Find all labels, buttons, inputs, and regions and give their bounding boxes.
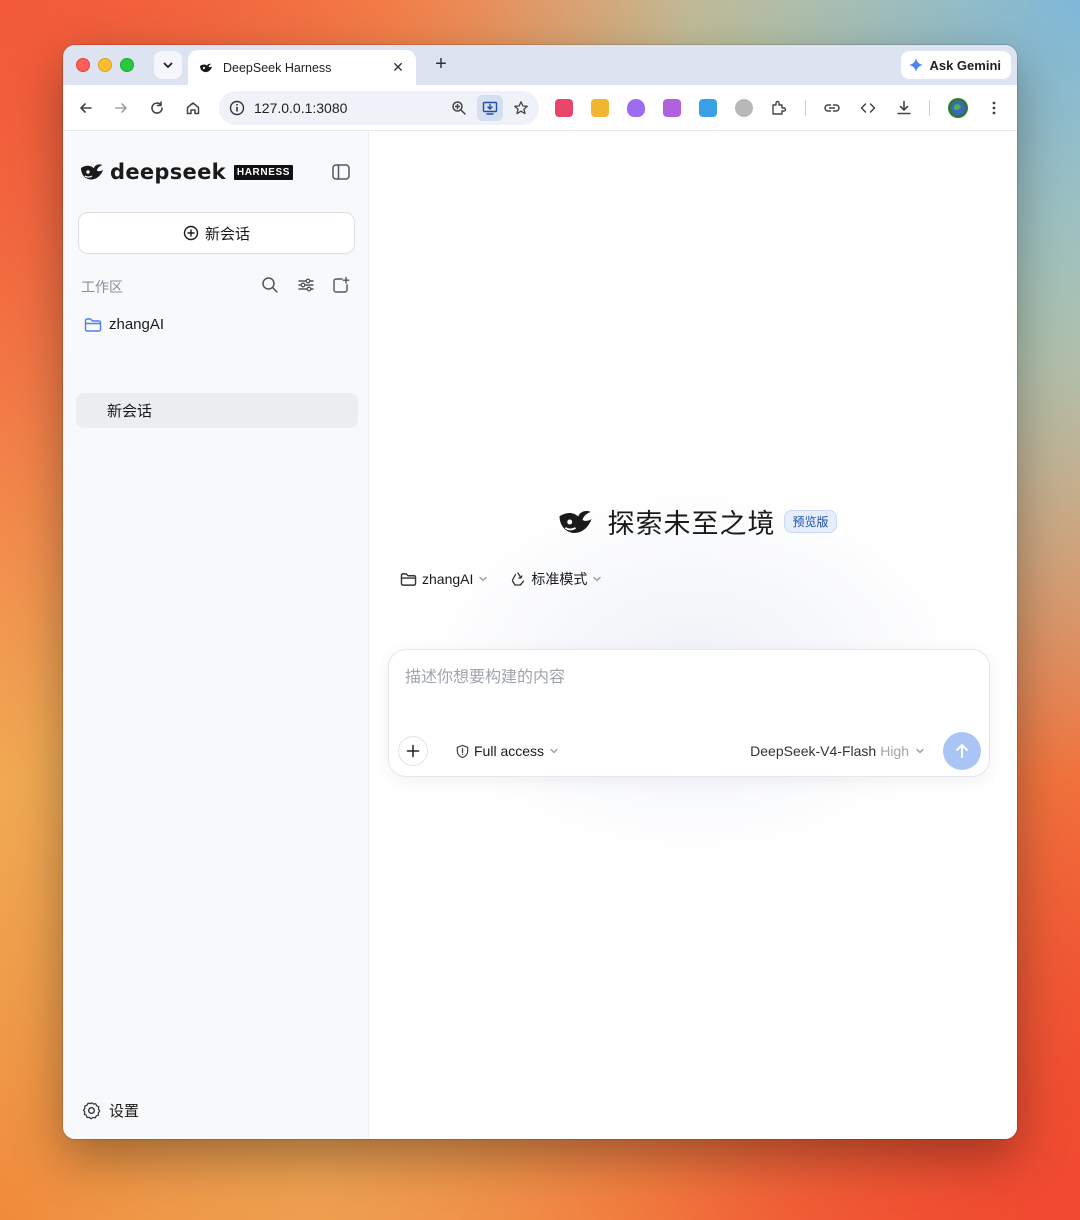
folder-icon — [84, 317, 102, 332]
mode-selector-label: 标准模式 — [531, 571, 588, 587]
folder-item[interactable]: zhangAI — [84, 316, 164, 333]
model-selector[interactable]: DeepSeek-V4-Flash High — [750, 743, 925, 759]
downloader-extension-icon[interactable] — [591, 99, 609, 117]
whale-logo-icon — [200, 63, 212, 72]
toolbar-divider — [929, 100, 930, 116]
new-folder-icon[interactable] — [331, 275, 351, 295]
settings-button[interactable]: 设置 — [82, 1100, 139, 1121]
crystal-extension-icon[interactable] — [627, 99, 645, 117]
address-bar[interactable]: 127.0.0.1:3080 — [219, 91, 539, 125]
home-icon[interactable] — [181, 96, 205, 120]
close-icon[interactable]: ✕ — [390, 59, 406, 76]
composer-selectors: zhangAI 标准模式 — [400, 569, 624, 589]
plus-icon — [406, 744, 420, 758]
download-icon[interactable] — [892, 96, 916, 120]
chevron-down-icon — [916, 748, 924, 754]
gear-icon — [82, 1102, 101, 1120]
close-window-button[interactable] — [76, 58, 90, 72]
new-chat-label: 新会话 — [204, 225, 250, 243]
logo-text: deepseek — [110, 160, 226, 184]
project-selector[interactable]: zhangAI — [400, 571, 488, 587]
new-tab-button[interactable]: + — [429, 53, 453, 77]
whale-logo-icon — [81, 164, 103, 180]
chevron-down-icon — [479, 576, 488, 582]
forward-icon[interactable] — [109, 96, 133, 120]
code-icon[interactable] — [856, 96, 880, 120]
chevron-down-icon — [163, 62, 173, 68]
minimize-window-button[interactable] — [98, 58, 112, 72]
browser-window: DeepSeek Harness ✕ + Ask Gemini 127.0.0.… — [63, 45, 1017, 1139]
model-name: DeepSeek-V4-Flash — [750, 743, 877, 759]
sidebar-toggle-icon[interactable] — [331, 162, 351, 182]
install-icon[interactable] — [477, 95, 503, 121]
preview-badge: 预览版 — [784, 510, 837, 533]
folder-name: zhangAI — [109, 316, 165, 333]
access-selector[interactable]: Full access — [455, 743, 559, 759]
chevron-down-icon — [593, 576, 602, 582]
browser-toolbar: 127.0.0.1:3080 — [63, 85, 1017, 131]
more-icon[interactable] — [982, 96, 1006, 120]
attach-button[interactable] — [398, 736, 428, 766]
arrow-up-icon — [956, 744, 968, 758]
recycle-mode-icon — [512, 572, 525, 586]
tab-strip: DeepSeek Harness ✕ + Ask Gemini — [63, 45, 1017, 85]
translate-extension-icon[interactable] — [555, 99, 573, 117]
new-chat-button[interactable]: 新会话 — [78, 212, 355, 254]
prompt-input[interactable] — [405, 666, 965, 690]
sidebar: deepseek HARNESS 新会话 工作区 zhangAI 新会话 设置 — [63, 132, 369, 1139]
browser-tab[interactable]: DeepSeek Harness ✕ — [188, 50, 416, 85]
whale-logo-icon — [560, 510, 593, 533]
maximize-window-button[interactable] — [120, 58, 134, 72]
extensions-icon[interactable] — [767, 96, 791, 120]
filter-icon[interactable] — [296, 275, 316, 295]
access-label: Full access — [474, 743, 545, 759]
effort-level: High — [880, 743, 909, 759]
search-icon[interactable] — [260, 275, 280, 295]
ask-gemini-button[interactable]: Ask Gemini — [901, 51, 1011, 79]
link-icon[interactable] — [820, 96, 844, 120]
chat-title: 新会话 — [107, 403, 153, 420]
gemini-sparkle-icon — [909, 58, 924, 72]
toolbar-divider — [805, 100, 806, 116]
logo-badge: HARNESS — [233, 164, 294, 180]
profile-icon[interactable] — [946, 96, 970, 120]
chevron-down-icon — [550, 748, 558, 754]
workspace-label: 工作区 — [81, 279, 123, 295]
chat-list-item[interactable]: 新会话 — [76, 393, 358, 428]
reload-icon[interactable] — [145, 96, 169, 120]
star-icon[interactable] — [508, 95, 534, 121]
send-button[interactable] — [943, 732, 981, 770]
tab-search-button[interactable] — [154, 51, 182, 79]
url-text[interactable]: 127.0.0.1:3080 — [254, 100, 446, 116]
back-icon[interactable] — [74, 96, 98, 120]
ask-gemini-label: Ask Gemini — [929, 57, 1001, 73]
main-content: 探索未至之境 预览版 zhangAI 标准模式 Full access — [369, 132, 1017, 1139]
info-icon[interactable] — [229, 100, 245, 116]
settings-label: 设置 — [109, 1103, 140, 1120]
tab-title: DeepSeek Harness — [223, 60, 332, 75]
shield-icon — [456, 744, 469, 758]
app-logo[interactable]: deepseek HARNESS — [80, 160, 294, 184]
purple-extension-icon[interactable] — [663, 99, 681, 117]
hero-title: 探索未至之境 — [607, 509, 776, 539]
zoom-icon[interactable] — [446, 95, 472, 121]
shield-extension-icon[interactable] — [735, 99, 753, 117]
composer-box: Full access DeepSeek-V4-Flash High — [388, 649, 990, 777]
project-selector-label: zhangAI — [422, 571, 474, 587]
folder-icon — [400, 572, 417, 586]
new-chat-icon — [183, 225, 199, 241]
hero-heading: 探索未至之境 预览版 — [369, 502, 1017, 541]
mode-selector[interactable]: 标准模式 — [510, 569, 602, 589]
grid-extension-icon[interactable] — [699, 99, 717, 117]
